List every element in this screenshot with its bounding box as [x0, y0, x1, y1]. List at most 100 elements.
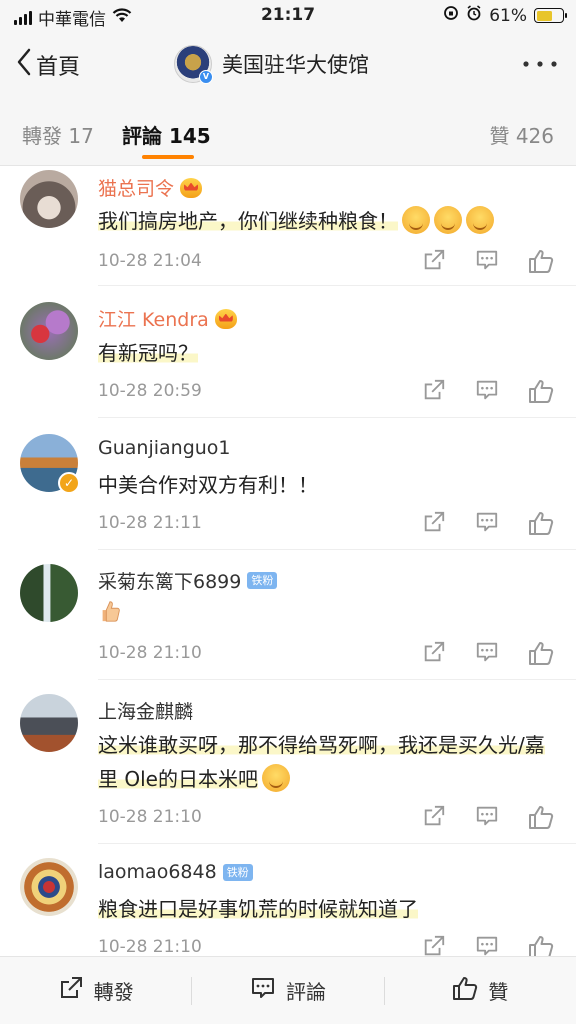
comment-actions — [422, 510, 554, 536]
comment-text: 有新冠吗？ — [98, 336, 552, 370]
thumbs-up-emoji-icon — [98, 598, 122, 633]
verified-badge-icon: ✓ — [58, 472, 80, 494]
comment-timestamp: 10-28 21:10 — [98, 807, 202, 827]
comment-button[interactable]: 評論 — [192, 971, 383, 1011]
comment-text-content: 粮食进口是好事饥荒的时候就知道了 — [98, 897, 418, 921]
comment-author-row: Guanjianguo1 — [98, 437, 231, 459]
repost-button[interactable]: 轉發 — [0, 971, 191, 1011]
comment-timestamp: 10-28 21:10 — [98, 937, 202, 956]
tab-bar: 轉發 17 評論 145 贊 426 — [0, 98, 576, 166]
comment-actions — [422, 934, 554, 956]
comment-author-row: 猫总司令 — [98, 174, 203, 201]
comment-text-content: 中美合作对双方有利！！ — [98, 473, 318, 497]
comment-actions — [422, 804, 554, 830]
comment-bubble-icon[interactable] — [475, 378, 501, 404]
thumbs-up-icon — [452, 975, 478, 1006]
comment-text: 粮食进口是好事饥荒的时候就知道了 — [98, 892, 552, 926]
avatar[interactable] — [20, 694, 78, 752]
comment-author-row: 上海金麒麟 — [98, 697, 193, 724]
comment-actions — [422, 640, 554, 666]
comment-bubble-icon — [250, 975, 276, 1006]
avatar[interactable]: ✓ — [20, 434, 80, 494]
comment-author[interactable]: laomao6848 — [98, 861, 217, 883]
comment-item: 江江 Kendra 有新冠吗？ 10-28 20:59 — [0, 286, 576, 418]
comment-author[interactable]: 上海金麒麟 — [98, 697, 193, 724]
thumbs-up-icon[interactable] — [528, 640, 554, 666]
comment-item: ✓ Guanjianguo1 中美合作对双方有利！！ 10-28 21:11 — [0, 418, 576, 550]
active-tab-indicator — [142, 155, 194, 159]
battery-percent: 61% — [489, 5, 527, 26]
comment-author-row: laomao6848 铁粉 — [98, 861, 253, 883]
orientation-lock-icon — [443, 5, 459, 26]
comment-bubble-icon[interactable] — [475, 934, 501, 956]
avatar[interactable] — [20, 858, 78, 916]
share-icon[interactable] — [422, 640, 448, 666]
smile-emoji-icon — [466, 206, 494, 234]
battery-icon — [534, 8, 567, 23]
comment-bubble-icon[interactable] — [475, 248, 501, 274]
like-label: 贊 — [488, 980, 509, 1004]
comment-list[interactable]: 猫总司令 我们搞房地产，你们继续种粮食！ 10-28 21:04 江江 Kend… — [0, 166, 576, 956]
thumbs-up-icon[interactable] — [528, 378, 554, 404]
comment-author[interactable]: 猫总司令 — [98, 174, 174, 201]
chevron-left-icon — [16, 48, 32, 82]
smile-emoji-icon — [434, 206, 462, 234]
tab-likes[interactable]: 贊 426 — [489, 120, 554, 149]
comment-author[interactable]: 江江 Kendra — [98, 305, 209, 332]
vip-crown-icon — [214, 308, 237, 329]
comment-actions — [422, 248, 554, 274]
share-icon[interactable] — [422, 378, 448, 404]
status-bar: 中華電信 21:17 61% — [0, 0, 576, 32]
tab-comments[interactable]: 評論 145 — [122, 120, 211, 149]
comment-timestamp: 10-28 21:10 — [98, 643, 202, 663]
bottom-action-bar: 轉發 評論 贊 — [0, 956, 576, 1024]
smile-emoji-icon — [402, 206, 430, 234]
share-icon — [58, 975, 84, 1006]
fan-badge: 铁粉 — [222, 863, 253, 881]
comment-text: 中美合作对双方有利！！ — [98, 468, 552, 502]
comment-item: laomao6848 铁粉 粮食进口是好事饥荒的时候就知道了 10-28 21:… — [0, 844, 576, 956]
comment-author-row: 采菊东篱下6899 铁粉 — [98, 567, 278, 594]
page-title: 美国驻华大使馆 — [222, 53, 369, 77]
embassy-seal-avatar: V — [174, 45, 213, 84]
comment-text-content: 我们搞房地产，你们继续种粮食！ — [98, 209, 398, 233]
comment-bubble-icon[interactable] — [475, 640, 501, 666]
avatar[interactable] — [20, 302, 78, 360]
tab-reposts[interactable]: 轉發 17 — [22, 120, 94, 149]
comment-timestamp: 10-28 20:59 — [98, 381, 202, 401]
comment-text: 这米谁敢买呀，那不得给骂死啊，我还是买久光/嘉里 Ole的日本米吧 — [98, 728, 552, 796]
comment-author[interactable]: 采菊东篱下6899 — [98, 567, 241, 594]
avatar[interactable] — [20, 564, 78, 622]
comment-author[interactable]: Guanjianguo1 — [98, 437, 231, 459]
status-right: 61% — [443, 5, 567, 26]
share-icon[interactable] — [422, 248, 448, 274]
nav-bar: 首頁 V 美国驻华大使馆 — [0, 32, 576, 98]
share-icon[interactable] — [422, 510, 448, 536]
back-button[interactable]: 首頁 — [16, 48, 80, 82]
share-icon[interactable] — [422, 934, 448, 956]
avatar[interactable] — [20, 170, 78, 228]
alarm-icon — [466, 5, 482, 26]
thumbs-up-icon[interactable] — [528, 510, 554, 536]
comment-item: 上海金麒麟 这米谁敢买呀，那不得给骂死啊，我还是买久光/嘉里 Ole的日本米吧 … — [0, 680, 576, 844]
comment-text: 我们搞房地产，你们继续种粮食！ — [98, 204, 552, 238]
comment-label: 評論 — [285, 980, 326, 1004]
comment-text — [98, 598, 552, 634]
vip-crown-icon — [180, 177, 203, 198]
thumbs-up-icon[interactable] — [528, 248, 554, 274]
comment-author-row: 江江 Kendra — [98, 305, 237, 332]
comment-item: 采菊东篱下6899 铁粉 10-28 21:10 — [0, 550, 576, 680]
thumbs-up-icon[interactable] — [528, 934, 554, 956]
nav-title-group[interactable]: V 美国驻华大使馆 — [174, 45, 369, 84]
thumbs-up-icon[interactable] — [528, 804, 554, 830]
comment-timestamp: 10-28 21:11 — [98, 513, 202, 533]
repost-label: 轉發 — [93, 980, 134, 1004]
back-label: 首頁 — [36, 55, 81, 80]
more-options-icon[interactable] — [522, 50, 558, 70]
comment-text-content: 这米谁敢买呀，那不得给骂死啊，我还是买久光/嘉里 Ole的日本米吧 — [98, 733, 545, 791]
like-button[interactable]: 贊 — [385, 971, 576, 1011]
comment-bubble-icon[interactable] — [475, 510, 501, 536]
fan-badge: 铁粉 — [247, 572, 278, 589]
comment-bubble-icon[interactable] — [475, 804, 501, 830]
share-icon[interactable] — [422, 804, 448, 830]
